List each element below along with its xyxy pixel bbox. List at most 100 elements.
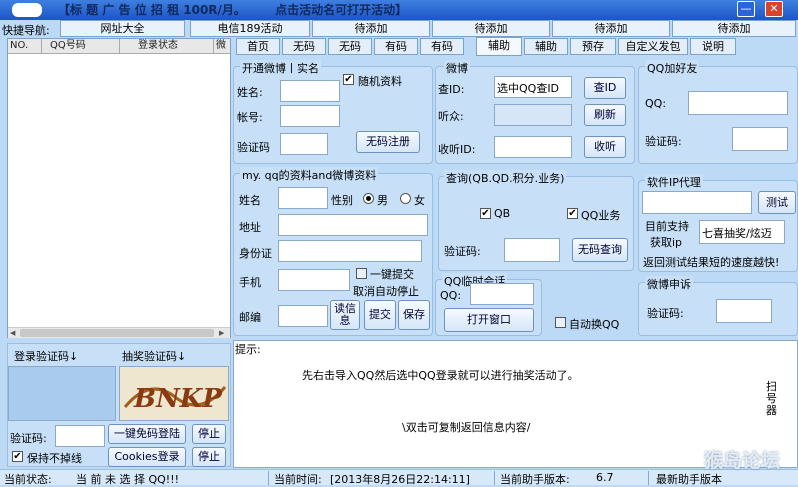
supports-label: 目前支持 [645,220,689,233]
phone-label: 手机 [239,276,261,289]
tab-nocode-1[interactable]: 无码 [282,38,326,55]
nocode-query-button[interactable]: 无码查询 [572,238,628,262]
quick-nav-item[interactable]: 网址大全 [60,20,185,37]
quick-nav-item[interactable]: 待添加 [312,20,430,37]
tab-assist-1[interactable]: 辅助 [476,37,522,56]
refresh-button[interactable]: 刷新 [584,104,626,126]
tab-code-1[interactable]: 有码 [374,38,418,55]
female-label: 女 [414,194,425,207]
captcha-text: BNKP [133,384,223,414]
phone-input[interactable] [278,269,350,291]
qb-label: QB [494,207,511,220]
scanner-side-text[interactable]: 扫号器 [766,381,780,417]
qq-business-checkbox[interactable]: ✔ [567,208,578,219]
quick-nav-item[interactable]: 电信189活动 [190,20,310,37]
address-input[interactable] [278,214,428,236]
code-label: 验证码 [237,141,270,154]
proxy-test-button[interactable]: 测试 [758,191,796,214]
account-input[interactable] [280,105,340,127]
minimize-button[interactable]: — [737,1,755,17]
temp-chat-qq-input[interactable] [470,283,534,305]
list-header: NO. QQ号码 登录状态 微 [8,39,230,54]
column-header[interactable]: QQ号码 [42,39,120,54]
query-code-label: 验证码: [444,245,481,258]
male-radio[interactable] [363,193,374,204]
auto-switch-qq-checkbox[interactable] [555,317,566,328]
tab-assist-2[interactable]: 辅助 [524,38,568,55]
column-header[interactable]: 登录状态 [120,39,214,54]
tab-prestore[interactable]: 预存 [570,38,616,55]
version-value: 6.7 [596,471,614,484]
female-radio[interactable] [400,193,411,204]
friend-qq-input[interactable] [688,91,788,115]
get-ip-label: 获取ip [650,236,683,249]
tab-help[interactable]: 说明 [690,38,736,55]
check-id-button[interactable]: 查ID [584,77,626,99]
query-code-input[interactable] [504,238,560,262]
id-input[interactable]: 选中QQ查ID [494,76,572,98]
keep-online-checkbox[interactable]: ✔ [12,451,23,462]
copy-hint: \双击可复制返回信息内容/ [402,421,531,434]
cookies-login-button[interactable]: Cookies登录 [108,447,186,467]
cancel-auto-stop-label[interactable]: 取消自动停止 [353,283,419,299]
scrollbar-thumb[interactable] [20,329,214,337]
profile-name-input[interactable] [278,187,328,209]
status-separator [268,471,269,485]
name-input[interactable] [280,80,340,102]
one-click-login-button[interactable]: 一键免码登陆 [108,424,186,444]
id-label: 查ID: [438,83,465,96]
login-captcha-image[interactable] [8,366,116,421]
proxy-support-field[interactable]: 七喜抽奖/炫迈 [699,220,785,244]
tab-code-2[interactable]: 有码 [420,38,464,55]
query-title: 查询(QB.QD.积分.业务) [444,170,567,186]
stop-button-2[interactable]: 停止 [192,447,226,467]
save-button[interactable]: 保存 [398,300,430,330]
horizontal-scrollbar[interactable]: ◀ ▶ [8,327,230,338]
close-button[interactable]: ✕ [765,1,783,17]
id-card-input[interactable] [278,240,422,262]
name-label: 姓名: [237,86,263,99]
proxy-input[interactable] [642,191,752,214]
weibo-open-title: 开通微博丨实名 [240,60,321,76]
id-card-label: 身份证 [239,247,272,260]
friend-code-label: 验证码: [645,135,682,148]
status-separator [494,471,495,485]
captcha-code-input[interactable] [55,425,105,447]
scroll-left-icon[interactable]: ◀ [10,329,18,337]
listeners-field [494,104,572,126]
code-input[interactable] [280,133,328,155]
quick-nav-item[interactable]: 待添加 [432,20,550,37]
tab-nocode-2[interactable]: 无码 [328,38,372,55]
scroll-right-icon[interactable]: ▶ [219,329,227,337]
tab-custom-packet[interactable]: 自定义发包 [618,38,688,55]
window-title[interactable]: 【标 题 广 告 位 招 租 100R/月。 点击活动名可打开活动】 [58,1,407,18]
profile-title: my. qq的资料and微博资料 [240,167,379,183]
one-click-submit-checkbox[interactable] [356,268,367,279]
zip-input[interactable] [278,305,328,327]
column-header[interactable]: 微 [214,39,230,54]
read-info-button[interactable]: 读信息 [330,300,360,330]
quick-nav-label: 快捷导航: [2,24,50,37]
qb-checkbox[interactable]: ✔ [480,208,491,219]
lottery-captcha-label: 抽奖验证码↓ [122,350,187,363]
captcha-image-graphic: BNKP [123,384,227,414]
keep-online-label: 保持不掉线 [27,452,82,465]
one-click-submit-label: 一键提交 [370,268,414,281]
lottery-captcha-image[interactable]: BNKP [119,366,229,421]
column-header[interactable]: NO. [8,39,42,54]
stop-button[interactable]: 停止 [192,424,226,444]
quick-nav-item[interactable]: 待添加 [552,20,670,37]
quick-nav-item[interactable]: 待添加 [672,20,796,37]
tab-home[interactable]: 首页 [236,38,280,55]
address-label: 地址 [239,221,261,234]
friend-code-input[interactable] [732,127,788,151]
gender-label: 性别 [331,194,353,207]
qq-account-list[interactable]: NO. QQ号码 登录状态 微 ◀ ▶ [7,38,231,338]
listen-button[interactable]: 收听 [584,136,626,158]
open-window-button[interactable]: 打开窗口 [444,308,534,332]
listen-id-input[interactable] [494,136,572,158]
submit-button[interactable]: 提交 [364,300,396,330]
random-info-checkbox[interactable]: ✔ [343,74,354,85]
nocode-register-button[interactable]: 无码注册 [356,131,420,153]
appeal-code-input[interactable] [716,299,772,323]
